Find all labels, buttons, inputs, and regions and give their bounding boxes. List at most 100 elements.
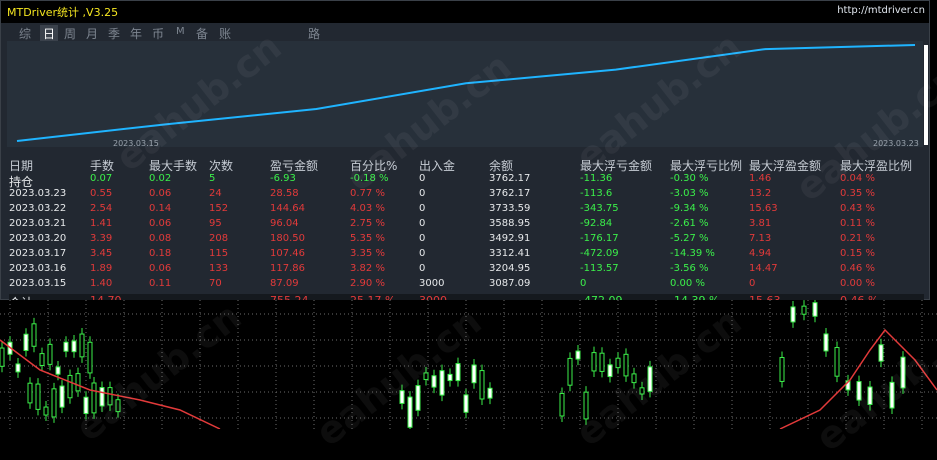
cell-lots: 1.40 xyxy=(90,278,113,289)
cell-count: 95 xyxy=(209,218,222,229)
cell-max-float-profit-pct: 0.43 % xyxy=(840,203,875,214)
tab-quarter[interactable]: 季 xyxy=(108,25,120,42)
candle-body xyxy=(87,341,93,374)
candle-body xyxy=(439,370,445,396)
table-row: 2023.03.16 1.89 0.06 133 117.86 3.82 % 0 3204.9… xyxy=(9,263,924,277)
candle-body xyxy=(27,382,33,404)
candle-body xyxy=(455,363,461,382)
cell-balance: 3087.09 xyxy=(489,278,531,289)
cell-max-lots: 0.06 xyxy=(149,218,172,229)
cell-max-float-loss: -113.57 xyxy=(580,263,619,274)
tab-comment[interactable]: 备 xyxy=(196,25,208,42)
cell-lots: 0.55 xyxy=(90,188,113,199)
tab-month[interactable]: 月 xyxy=(86,25,98,42)
candle-body xyxy=(31,323,37,347)
candle-body xyxy=(71,340,77,353)
cell-max-float-loss-pct: -3.56 % xyxy=(670,263,709,274)
table-row: 2023.03.21 1.41 0.06 95 96.04 2.75 % 0 3588.95 -… xyxy=(9,218,924,232)
cell-profit: 180.50 xyxy=(270,233,305,244)
candle-body xyxy=(607,364,613,378)
cell-max-float-profit: 14.47 xyxy=(749,263,778,274)
cell-percent: 3.82 % xyxy=(350,263,385,274)
table-row: 2023.03.17 3.45 0.18 115 107.46 3.35 % 0 3312.4… xyxy=(9,248,924,262)
col-balance: 余额 xyxy=(489,159,514,173)
candle-body xyxy=(0,347,5,367)
cell-max-float-profit-pct: 0.35 % xyxy=(840,188,875,199)
table-row: 2023.03.15 1.40 0.11 70 87.09 2.90 % 3000 3087.… xyxy=(9,278,924,292)
tab-year[interactable]: 年 xyxy=(130,25,142,42)
candle-body xyxy=(479,370,485,400)
col-date: 日期 xyxy=(9,159,34,173)
col-deposit: 出入金 xyxy=(419,159,456,173)
candle-body xyxy=(67,374,73,399)
website-link[interactable]: http://mtdriver.cn xyxy=(837,5,925,16)
cell-max-lots: 0.06 xyxy=(149,188,172,199)
cell-max-lots: 0.18 xyxy=(149,248,172,259)
cell-profit: 144.64 xyxy=(270,203,305,214)
cell-lots: 3.39 xyxy=(90,233,113,244)
cell-balance: 3588.95 xyxy=(489,218,531,229)
candle-body xyxy=(790,306,796,323)
cell-balance: 3762.17 xyxy=(489,188,531,199)
cell-deposit: 0 xyxy=(419,218,426,229)
cell-balance: 3204.95 xyxy=(489,263,531,274)
col-max-float-loss-pct: 最大浮亏比例 xyxy=(670,159,743,173)
tab-week[interactable]: 周 xyxy=(64,25,76,42)
table-row: 2023.03.22 2.54 0.14 152 144.64 4.03 % 0 3733.5… xyxy=(9,203,924,217)
cell-max-float-loss-pct: -0.30 % xyxy=(670,173,709,184)
cell-percent: 4.03 % xyxy=(350,203,385,214)
cell-balance: 3492.91 xyxy=(489,233,531,244)
tab-magic[interactable]: M xyxy=(176,26,185,37)
candle-body xyxy=(823,333,829,352)
cell-max-lots: 0.06 xyxy=(149,263,172,274)
cell-max-float-profit: 15.63 xyxy=(749,203,778,214)
cell-date: 2023.03.15 xyxy=(9,278,67,289)
tab-summary[interactable]: 综 xyxy=(19,25,31,42)
cell-max-float-loss: -92.84 xyxy=(580,218,613,229)
cell-count: 70 xyxy=(209,278,222,289)
tab-day[interactable]: 日 xyxy=(40,25,59,42)
candle-body xyxy=(471,364,477,384)
candle-body xyxy=(35,383,41,410)
cell-balance: 3312.41 xyxy=(489,248,531,259)
candle-body xyxy=(463,394,469,413)
cell-deposit: 3000 xyxy=(419,278,445,289)
cell-max-float-loss-pct: -9.34 % xyxy=(670,203,709,214)
cell-date: 2023.03.21 xyxy=(9,218,67,229)
cell-max-float-profit: 1.46 xyxy=(749,173,772,184)
candle-body xyxy=(779,357,785,382)
cell-max-float-profit-pct: 0.11 % xyxy=(840,218,875,229)
candle-body xyxy=(407,396,413,428)
cell-max-float-loss-pct: 0.00 % xyxy=(670,278,705,289)
cell-profit: 28.58 xyxy=(270,188,299,199)
candle-body xyxy=(878,344,884,362)
cell-count: 208 xyxy=(209,233,229,244)
col-count: 次数 xyxy=(209,159,234,173)
table-row: 2023.03.20 3.39 0.08 208 180.50 5.35 % 0 3492.9… xyxy=(9,233,924,247)
cell-profit: 96.04 xyxy=(270,218,299,229)
cell-count: 5 xyxy=(209,173,216,184)
cell-max-lots: 0.02 xyxy=(149,173,172,184)
cell-deposit: 0 xyxy=(419,173,426,184)
candle-body xyxy=(15,363,21,373)
cell-profit: 87.09 xyxy=(270,278,299,289)
cell-percent: 5.35 % xyxy=(350,233,385,244)
window-title: MTDriver统计 ,V3.25 xyxy=(7,6,119,19)
cell-deposit: 0 xyxy=(419,203,426,214)
cell-max-float-profit-pct: 0.00 % xyxy=(840,278,875,289)
cell-count: 115 xyxy=(209,248,229,259)
cell-date: 2023.03.23 xyxy=(9,188,67,199)
cell-max-lots: 0.08 xyxy=(149,233,172,244)
title-bar: MTDriver统计 ,V3.25 http://mtdriver.cn xyxy=(1,1,929,23)
cell-count: 24 xyxy=(209,188,222,199)
candle-body xyxy=(801,305,807,315)
cell-max-float-profit: 0 xyxy=(749,278,756,289)
cell-max-float-profit-pct: 0.15 % xyxy=(840,248,875,259)
tab-currency[interactable]: 币 xyxy=(152,25,164,42)
cell-percent: 2.90 % xyxy=(350,278,385,289)
cell-count: 152 xyxy=(209,203,229,214)
cell-max-float-loss-pct: -3.03 % xyxy=(670,188,709,199)
candle-body xyxy=(447,373,453,382)
cell-max-float-loss: 0 xyxy=(580,278,587,289)
candle-body xyxy=(47,343,53,365)
